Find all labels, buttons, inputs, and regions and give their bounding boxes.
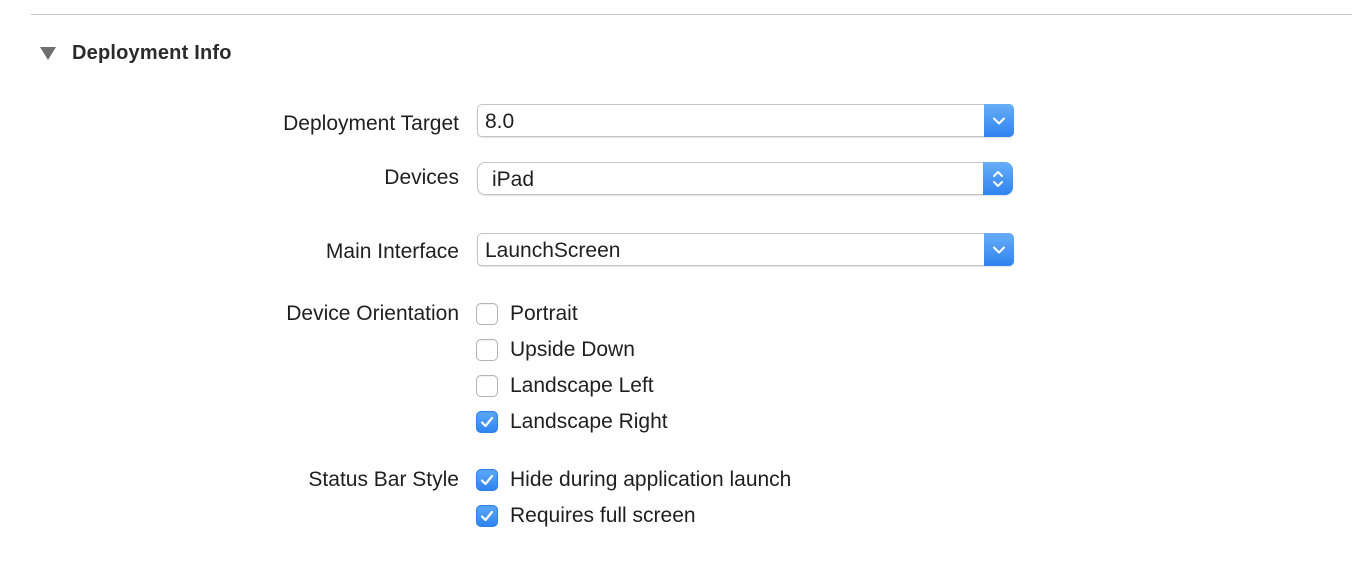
main-interface-value[interactable]: LaunchScreen [485,234,620,267]
disclosure-triangle-icon[interactable] [40,46,56,60]
checkmark-icon [480,474,494,486]
device-orientation-label: Device Orientation [286,302,459,325]
devices-stepper-button[interactable] [983,162,1013,195]
devices-popup-button[interactable]: iPad [477,162,1013,195]
section-divider [31,14,1352,15]
devices-value: iPad [492,168,535,191]
chevron-down-icon [993,117,1005,124]
main-interface-dropdown-button[interactable] [984,233,1014,266]
chevron-up-down-icon [993,170,1003,187]
orientation-landscape-left-checkbox[interactable] [476,375,498,397]
checkmark-icon [480,416,494,428]
orientation-portrait-checkbox[interactable] [476,303,498,325]
deployment-target-dropdown-button[interactable] [984,104,1014,137]
checkmark-icon [480,510,494,522]
main-interface-label: Main Interface [325,240,459,263]
deployment-target-label: Deployment Target [283,112,459,135]
deployment-target-value[interactable]: 8.0 [485,105,514,138]
requires-full-screen-label[interactable]: Requires full screen [510,504,696,528]
orientation-upside-down-label[interactable]: Upside Down [510,338,635,362]
main-interface-combobox[interactable]: LaunchScreen [477,233,1014,266]
orientation-landscape-left-row[interactable]: Landscape Left [476,373,654,399]
status-bar-hide-label[interactable]: Hide during application launch [510,468,791,492]
section-header[interactable]: Deployment Info [40,38,232,68]
requires-full-screen-checkbox[interactable] [476,505,498,527]
orientation-portrait-row[interactable]: Portrait [476,301,578,327]
status-bar-hide-row[interactable]: Hide during application launch [476,467,791,493]
deployment-target-combobox[interactable]: 8.0 [477,104,1014,137]
orientation-landscape-right-label[interactable]: Landscape Right [510,410,668,434]
orientation-landscape-right-row[interactable]: Landscape Right [476,409,668,435]
orientation-upside-down-checkbox[interactable] [476,339,498,361]
chevron-down-icon [993,246,1005,253]
orientation-landscape-left-label[interactable]: Landscape Left [510,374,654,398]
orientation-upside-down-row[interactable]: Upside Down [476,337,635,363]
section-title: Deployment Info [72,41,232,64]
orientation-landscape-right-checkbox[interactable] [476,411,498,433]
status-bar-hide-checkbox[interactable] [476,469,498,491]
orientation-portrait-label[interactable]: Portrait [510,302,578,326]
requires-full-screen-row[interactable]: Requires full screen [476,503,696,529]
status-bar-style-label: Status Bar Style [308,468,459,491]
devices-label: Devices [384,166,459,189]
